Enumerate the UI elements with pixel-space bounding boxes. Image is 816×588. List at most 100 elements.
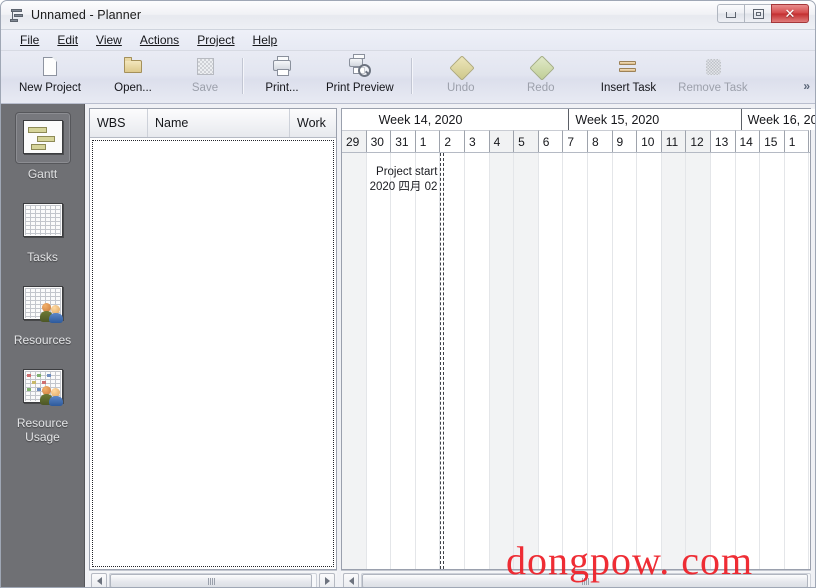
gantt-day-row: 29 30 31 1 2 3 4 5 6 7 8 9 10 11 12 13 14 15 1 [342,130,810,152]
gantt-pane: Week 14, 2020Week 15, 2020Week 16, 202 2… [337,104,815,587]
task-table-hscrollbar[interactable] [89,570,337,587]
resources-icon [21,286,65,323]
resources-icon-wrap [15,278,71,330]
gantt-day-column [465,153,490,569]
workspace: Gantt Tasks Resources Resource Usage WBS… [1,104,815,587]
new-project-label: New Project [19,82,81,94]
menu-view[interactable]: View [87,31,131,49]
menu-view-label: View [96,33,122,47]
toolbar-overflow-button[interactable]: » [803,79,810,93]
new-project-button[interactable]: New Project [5,51,91,103]
gantt-day-cell: 9 [612,130,638,152]
gantt-day-column [367,153,392,569]
gantt-day-column [342,153,367,569]
scroll-left-icon[interactable] [91,573,107,587]
task-table-body[interactable] [91,139,335,568]
gantt-day-column [539,153,564,569]
sidebar-item-tasks[interactable]: Tasks [1,195,84,264]
gantt-timeline-header: Week 14, 2020Week 15, 2020Week 16, 202 2… [342,109,815,153]
close-button[interactable]: ✕ [771,4,809,23]
tasks-grid-icon [21,203,65,239]
save-label: Save [191,82,219,94]
minimize-button[interactable] [717,4,745,23]
gantt-scroll-track[interactable] [361,573,811,587]
minimize-icon [726,12,736,18]
insert-task-label: Insert Task [600,82,657,94]
task-table-scroll-thumb[interactable] [110,574,312,587]
printer-icon [271,56,293,78]
resource-usage-icon-wrap [15,361,71,413]
gantt-day-cell: 3 [464,130,490,152]
gantt-scroll-left-icon[interactable] [343,573,359,587]
gantt-day-cell: 12 [686,130,711,152]
gantt-day-column [563,153,588,569]
redo-button: Redo [491,51,571,103]
gantt-day-cell: 1 [415,130,441,152]
column-header-work[interactable]: Work [290,109,336,137]
task-table: WBS Name Work [89,108,337,570]
main-content: WBS Name Work Week 14, 2020 Week 15, 202… [85,104,815,587]
gantt-scroll-thumb[interactable] [362,574,808,587]
sidebar-item-gantt-label: Gantt [27,167,58,181]
project-start-label: Project start 2020 四月 02 [342,165,438,195]
toolbar-separator-1 [242,58,243,94]
planner-window: Unnamed - Planner ✕ File Edit View Actio… [0,0,816,588]
redo-arrow-icon [529,55,555,81]
menu-project-label: Project [197,33,235,47]
gantt-week-label: Week 16, 202 [741,109,815,130]
remove-task-label: Remove Task [678,82,748,94]
column-header-name[interactable]: Name [148,109,290,137]
menu-file-label: File [20,33,40,47]
maximize-button[interactable] [744,4,772,23]
scroll-grip-icon [207,577,215,585]
save-button: Save [163,51,235,103]
window-controls: ✕ [717,4,809,23]
gantt-week-label: Week 15, 2020 [569,109,742,130]
menu-help[interactable]: Help [244,31,287,49]
gantt-day-column [514,153,539,569]
gantt-day-column [736,153,761,569]
column-header-wbs[interactable]: WBS [90,109,148,137]
gantt-day-column [637,153,662,569]
gantt-scroll-grip-icon [581,577,589,585]
new-page-icon [39,56,61,78]
menu-actions[interactable]: Actions [131,31,188,49]
sidebar-item-resources[interactable]: Resources [1,278,84,347]
print-button[interactable]: Print... [250,51,312,103]
gantt-day-column [588,153,613,569]
sidebar-item-resource-usage[interactable]: Resource Usage [1,361,84,444]
gantt-day-cell: 14 [735,130,761,152]
print-preview-button[interactable]: Print Preview [312,51,404,103]
menu-file[interactable]: File [11,31,48,49]
print-preview-icon [348,54,371,78]
gantt-chart: Week 14, 2020Week 15, 2020Week 16, 202 2… [341,108,815,570]
scroll-right-icon[interactable] [319,573,335,587]
undo-arrow-icon [449,55,475,81]
open-button[interactable]: Open... [91,51,163,103]
gantt-day-column [391,153,416,569]
resource-usage-icon [21,369,65,406]
task-table-scroll-track[interactable] [109,573,317,587]
tasks-icon-wrap [15,195,71,247]
title-bar: Unnamed - Planner ✕ [1,1,815,30]
insert-task-button[interactable]: Insert Task [571,51,666,103]
menu-edit[interactable]: Edit [48,31,87,49]
gantt-hscrollbar[interactable] [341,570,811,587]
sidebar-item-tasks-label: Tasks [27,250,58,264]
menu-bar: File Edit View Actions Project Help [1,30,815,51]
gantt-day-column [489,153,515,569]
gantt-canvas[interactable]: Project start 2020 四月 02 [342,153,810,569]
task-table-header: WBS Name Work [90,109,336,138]
menu-project[interactable]: Project [188,31,243,49]
task-table-pane: WBS Name Work [85,104,337,587]
remove-task-button: Remove Task [666,51,757,103]
gantt-day-cell: 2 [440,130,465,152]
restore-icon [752,8,764,19]
menu-help-label: Help [252,33,278,47]
gantt-day-cell: 4 [489,130,515,152]
gantt-day-cell: 29 [342,130,367,152]
gantt-day-cell: 10 [637,130,662,152]
gantt-day-cell: 11 [661,130,687,152]
open-label: Open... [114,82,152,94]
sidebar-item-gantt[interactable]: Gantt [1,112,84,181]
